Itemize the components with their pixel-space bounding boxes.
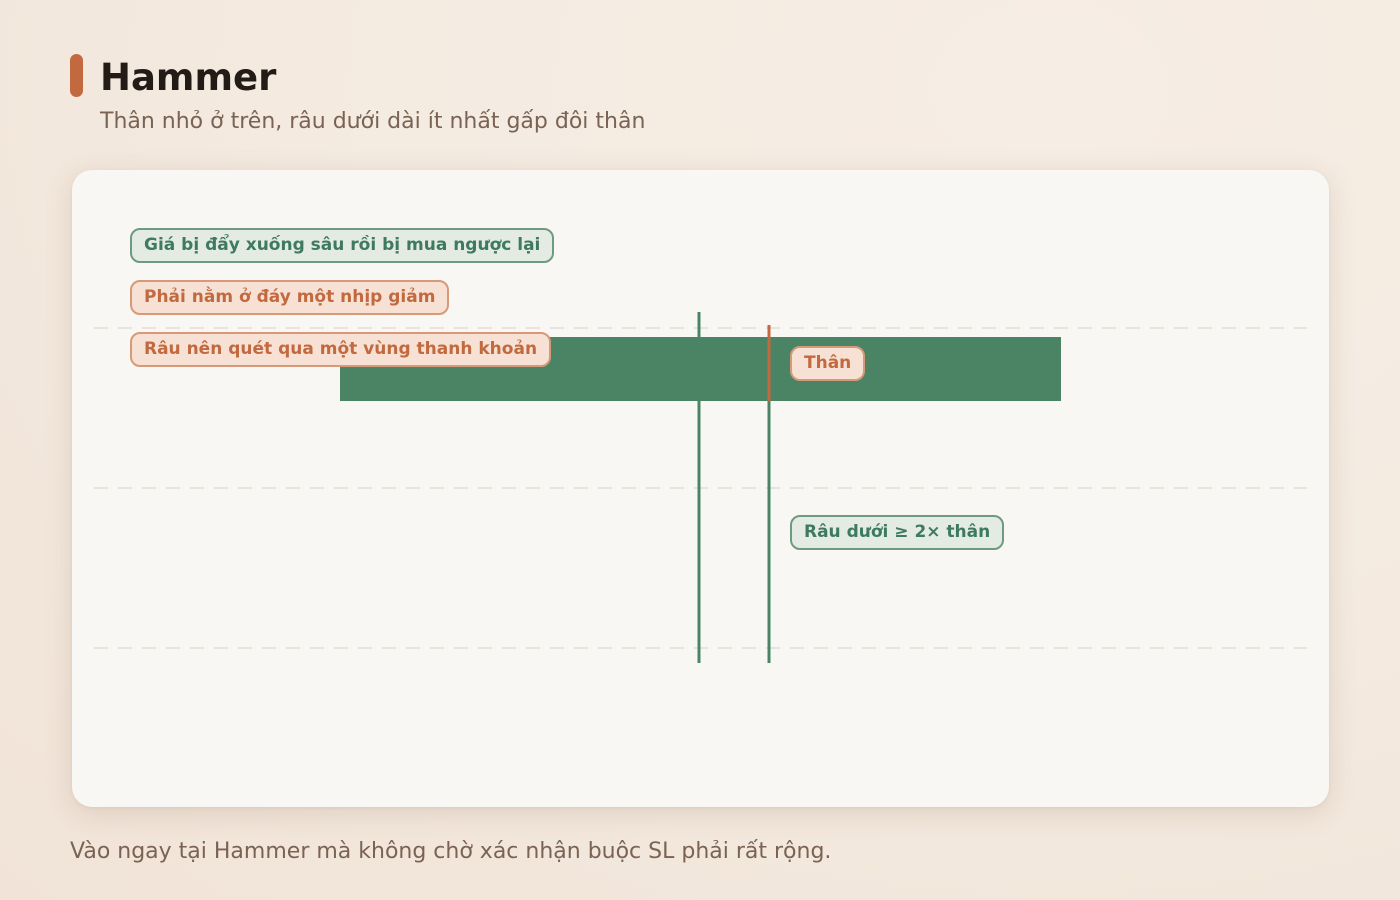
page-subtitle: Thân nhỏ ở trên, râu dưới dài ít nhất gấ…: [100, 109, 646, 134]
label-lower-wick: Râu dưới ≥ 2× thân: [790, 515, 1005, 550]
footer-note: Vào ngay tại Hammer mà không chờ xác nhậ…: [70, 839, 832, 864]
candlestick-diagram: [94, 312, 1307, 663]
note-pushed-down-bought-back: Giá bị đẩy xuống sâu rồi bị mua ngược lạ…: [130, 228, 555, 263]
note-bottom-of-downtrend: Phải nằm ở đáy một nhịp giảm: [130, 280, 450, 315]
label-body: Thân: [790, 346, 866, 381]
note-wick-sweeps-liquidity: Râu nên quét qua một vùng thanh khoản: [130, 332, 552, 367]
diagram-card: Giá bị đẩy xuống sâu rồi bị mua ngược lạ…: [72, 170, 1329, 807]
page-title: Hammer: [100, 56, 277, 99]
title-accent-bar: [70, 54, 83, 97]
